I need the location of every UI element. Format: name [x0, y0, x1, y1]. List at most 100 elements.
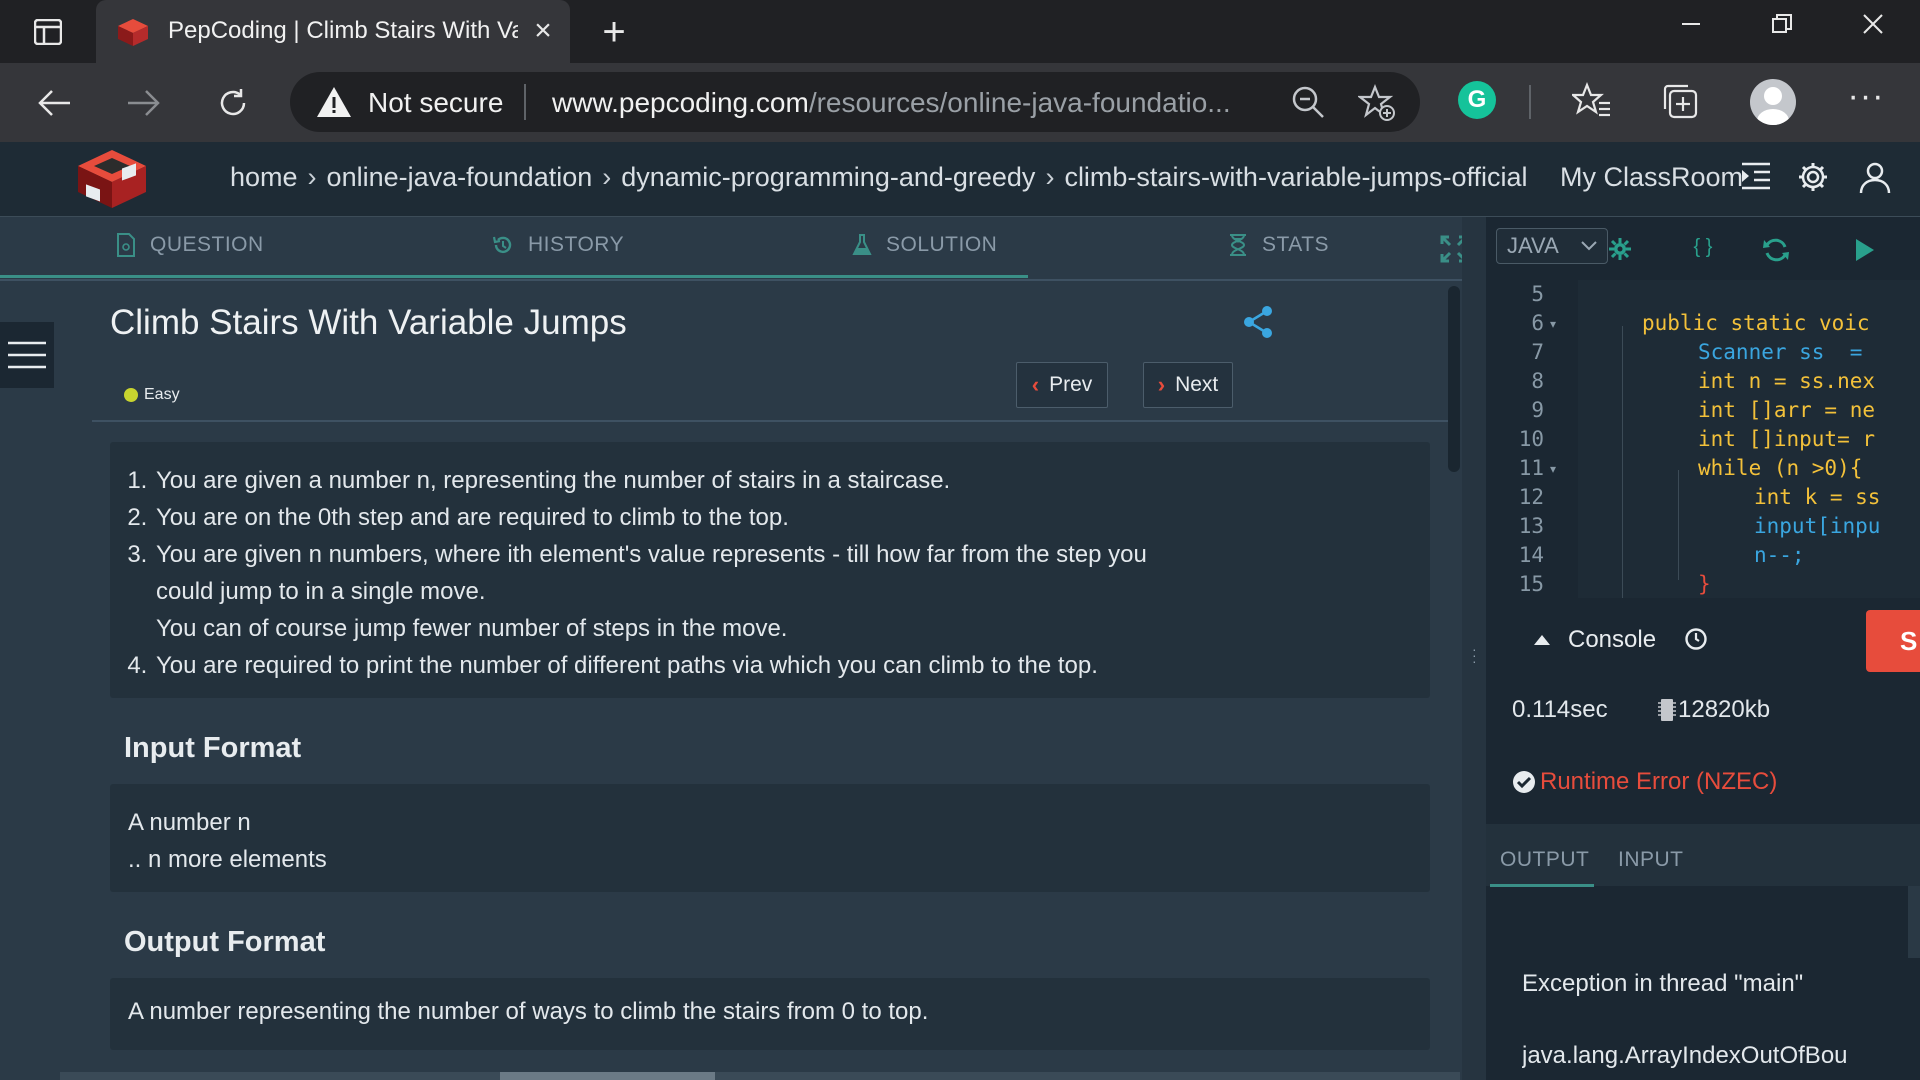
next-button[interactable]: › Next: [1143, 362, 1233, 408]
address-bar[interactable]: Not secure www.pepcoding.com/resources/o…: [290, 72, 1420, 132]
clock-icon[interactable]: [1684, 627, 1708, 651]
problem-title: Climb Stairs With Variable Jumps: [110, 303, 627, 342]
horizontal-scrollbar[interactable]: [60, 1072, 1460, 1080]
line-number: 10: [1518, 427, 1544, 451]
url-path: /resources/online-java-foundatio...: [808, 87, 1231, 118]
gear-icon[interactable]: [1796, 160, 1830, 194]
hamburger-menu-icon[interactable]: [0, 322, 54, 388]
code-line: n--;: [1754, 543, 1805, 567]
divider: [1529, 85, 1531, 119]
language-select[interactable]: JAVA: [1496, 228, 1608, 264]
console-toggle[interactable]: Console: [1534, 626, 1656, 654]
pepcoding-logo[interactable]: [74, 146, 150, 212]
breadcrumb-course[interactable]: online-java-foundation: [327, 162, 593, 192]
tab-input[interactable]: INPUT: [1618, 848, 1684, 872]
browser-tab[interactable]: PepCoding | Climb Stairs With Va ×: [96, 0, 570, 63]
flask-icon: [852, 234, 872, 255]
url-host: www.pepcoding.com: [552, 87, 809, 118]
problem-tabs: QUESTION HISTORY SOLUTION STATS: [0, 217, 1468, 281]
user-icon[interactable]: [1858, 160, 1892, 194]
restore-icon[interactable]: [1757, 12, 1807, 50]
chevron-right-icon: ›: [307, 162, 317, 192]
favorites-icon[interactable]: [1570, 81, 1612, 121]
forward-arrow-icon[interactable]: [118, 78, 168, 128]
tab-solution-label: SOLUTION: [886, 233, 998, 256]
line-number: 8: [1531, 369, 1544, 393]
memory-chip-icon: [1658, 698, 1676, 722]
drag-handle-icon[interactable]: · · ·: [1472, 642, 1477, 668]
code-line: input[inpu: [1754, 514, 1881, 538]
format-code-icon[interactable]: { }: [1688, 236, 1718, 262]
new-tab-icon[interactable]: +: [594, 12, 634, 52]
line-number: 11: [1518, 456, 1544, 480]
language-value: JAVA: [1507, 233, 1559, 258]
code-editor[interactable]: public static voic Scanner ss = int n = …: [1578, 280, 1920, 598]
chevron-right-icon: ›: [602, 162, 612, 192]
breadcrumb: home › online-java-foundation › dynamic-prog…: [230, 162, 1528, 193]
code-line: while (n >0){: [1698, 456, 1863, 480]
zoom-out-icon[interactable]: [1290, 84, 1326, 120]
share-icon[interactable]: [1242, 305, 1274, 339]
tab-history[interactable]: HISTORY: [492, 233, 624, 257]
tab-stats-label: STATS: [1262, 233, 1330, 256]
description-item: You are required to print the number of …: [154, 647, 1430, 684]
tab-stats[interactable]: STATS: [1228, 233, 1329, 257]
tab-actions-icon[interactable]: [32, 16, 64, 48]
history-icon: [492, 236, 512, 254]
warning-icon[interactable]: [316, 86, 352, 118]
check-circle-icon: [1512, 770, 1536, 794]
difficulty-dot: [124, 388, 138, 402]
code-line: int k = ss: [1754, 485, 1881, 509]
code-line: Scanner ss =: [1698, 340, 1863, 364]
minimize-icon[interactable]: [1666, 12, 1716, 50]
run-play-icon[interactable]: [1850, 236, 1878, 264]
profile-avatar[interactable]: [1750, 79, 1796, 125]
tab-solution[interactable]: SOLUTION: [852, 233, 997, 257]
hourglass-icon: [1230, 234, 1246, 256]
list-indent-icon[interactable]: [1740, 160, 1774, 194]
grammarly-extension-icon[interactable]: G: [1458, 81, 1496, 119]
fold-arrow-icon[interactable]: ▾: [1550, 462, 1556, 476]
input-format-line: .. n more elements: [128, 846, 327, 873]
back-arrow-icon[interactable]: [30, 78, 80, 128]
code-line: }: [1698, 572, 1711, 596]
line-number: 9: [1531, 398, 1544, 422]
submit-button[interactable]: S: [1866, 610, 1920, 672]
url-text[interactable]: www.pepcoding.com/resources/online-java-…: [552, 87, 1231, 119]
close-tab-icon[interactable]: ×: [528, 16, 558, 46]
line-number: 12: [1518, 485, 1544, 509]
breadcrumb-topic[interactable]: dynamic-programming-and-greedy: [621, 162, 1035, 192]
description-line: You can of course jump fewer number of s…: [156, 615, 788, 642]
active-tab-indicator: [1490, 884, 1594, 887]
prev-button[interactable]: ‹ Prev: [1016, 362, 1108, 408]
chevron-down-icon: [1581, 241, 1597, 251]
reload-icon[interactable]: [208, 78, 258, 128]
security-label[interactable]: Not secure: [368, 87, 503, 119]
breadcrumb-home[interactable]: home: [230, 162, 298, 192]
close-window-icon[interactable]: [1848, 12, 1898, 50]
horizontal-scrollbar-thumb[interactable]: [500, 1072, 715, 1080]
browser-toolbar: Not secure www.pepcoding.com/resources/o…: [0, 63, 1920, 142]
reset-code-icon[interactable]: [1762, 236, 1790, 264]
my-classroom-link[interactable]: My ClassRoom: [1560, 162, 1743, 193]
line-number: 14: [1518, 543, 1544, 567]
collections-icon[interactable]: [1660, 81, 1700, 121]
tab-output[interactable]: OUTPUT: [1500, 848, 1589, 872]
editor-settings-icon[interactable]: [1608, 237, 1632, 261]
scrollbar[interactable]: [1908, 886, 1920, 958]
document-icon: [117, 233, 135, 257]
more-options-icon[interactable]: ···: [1842, 79, 1890, 121]
add-favorite-icon[interactable]: [1356, 84, 1396, 122]
description-item: You are given a number n, representing t…: [154, 462, 1430, 499]
breadcrumb-problem[interactable]: climb-stairs-with-variable-jumps-officia…: [1064, 162, 1527, 192]
tab-question-label: QUESTION: [150, 233, 264, 256]
description-line: could jump to in a single move.: [156, 578, 486, 605]
browser-tab-bar: PepCoding | Climb Stairs With Va × +: [0, 0, 1920, 63]
pepcoding-favicon-icon: [116, 17, 150, 47]
scrollbar[interactable]: [1448, 286, 1460, 472]
fold-arrow-icon[interactable]: ▾: [1550, 317, 1556, 331]
run-status: Runtime Error (NZEC): [1540, 768, 1778, 795]
tab-question[interactable]: QUESTION: [116, 233, 264, 257]
chevron-right-icon: ›: [1157, 372, 1166, 397]
description-list: You are given a number n, representing t…: [110, 442, 1430, 684]
